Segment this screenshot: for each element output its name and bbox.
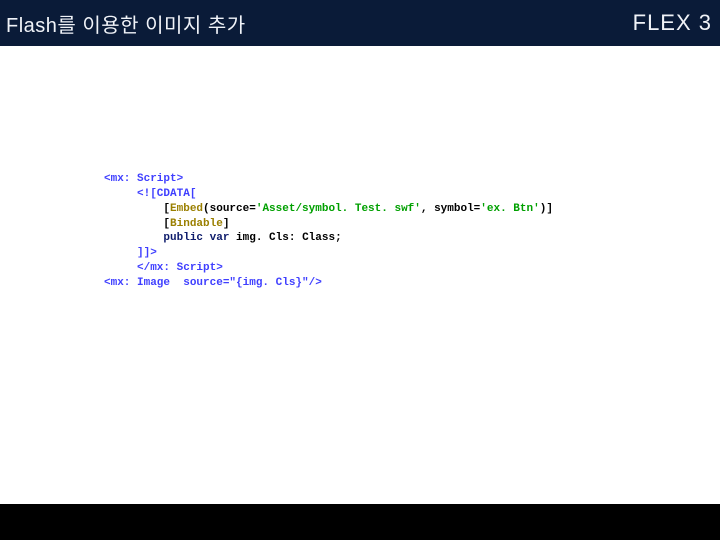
- code-token: , symbol=: [421, 203, 480, 215]
- code-token: [: [104, 203, 170, 215]
- code-token: [104, 232, 163, 244]
- slide: Flash를 이용한 이미지 추가 FLEX 3 <mx: Script> <!…: [0, 0, 720, 540]
- slide-title: Flash를 이용한 이미지 추가: [6, 9, 246, 38]
- code-token: 'ex. Btn': [480, 203, 539, 215]
- code-token: <![CDATA[: [104, 188, 196, 200]
- code-block: <mx: Script> <![CDATA[ [Embed(source='As…: [104, 172, 680, 291]
- code-token: )]: [540, 203, 553, 215]
- code-token: <mx: Image source="{img. Cls}"/>: [104, 277, 322, 289]
- code-token: ]]>: [104, 247, 157, 259]
- slide-brand: FLEX 3: [633, 10, 712, 36]
- slide-footer: [0, 504, 720, 540]
- code-token: var: [210, 232, 230, 244]
- code-token: [: [104, 218, 170, 230]
- code-token: img. Cls: Class;: [229, 232, 341, 244]
- code-token: ]: [223, 218, 230, 230]
- slide-header: Flash를 이용한 이미지 추가 FLEX 3: [0, 0, 720, 46]
- code-token: public: [163, 232, 203, 244]
- code-text: <mx: Script> <![CDATA[ [Embed(source='As…: [104, 172, 680, 291]
- code-token: 'Asset/symbol. Test. swf': [256, 203, 421, 215]
- code-token: (source=: [203, 203, 256, 215]
- code-token: Embed: [170, 203, 203, 215]
- code-token: Bindable: [170, 218, 223, 230]
- code-token: [203, 232, 210, 244]
- code-token: </mx: Script>: [104, 262, 223, 274]
- code-token: <mx: Script>: [104, 173, 183, 185]
